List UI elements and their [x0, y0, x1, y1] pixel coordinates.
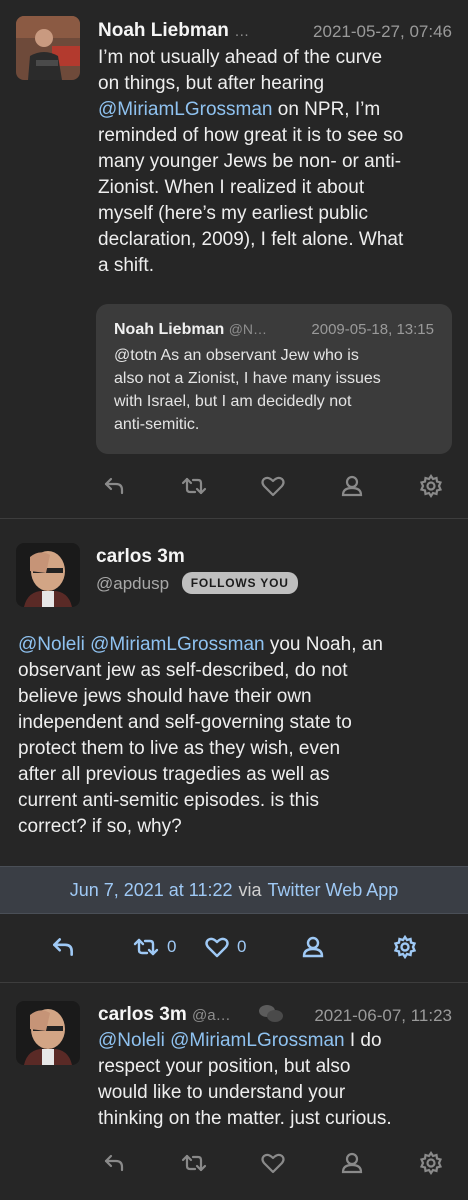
reply-button[interactable] — [102, 466, 126, 506]
like-icon — [205, 937, 229, 958]
author-name-text: Noah Liebman — [98, 20, 229, 41]
tweet-line: thinking on the matter. just curious. — [98, 1108, 392, 1129]
tweet-line: declaration, 2009), I felt alone. What — [98, 229, 404, 250]
profile-icon — [302, 936, 324, 958]
author-name[interactable]: carlos 3m @a… — [98, 1004, 231, 1026]
like-icon — [261, 1153, 285, 1174]
tweet-line: @MiriamLGrossman on NPR, I’m — [98, 97, 458, 123]
quoted-line: anti-semitic. — [114, 416, 200, 433]
reply-icon — [104, 1154, 124, 1172]
avatar-carlos[interactable] — [16, 1001, 80, 1065]
via-label: via — [238, 879, 262, 900]
reply-button[interactable] — [102, 1143, 126, 1183]
tweet-actions: 0 0 — [0, 927, 468, 967]
tweet-line: @Noleli @MiriamLGrossman you Noah, an — [18, 632, 458, 658]
author-handle: @a… — [192, 1007, 231, 1024]
tweet-line: independent and self-governing state to — [18, 712, 352, 733]
gear-icon — [419, 474, 443, 498]
mention-link[interactable]: @Noleli — [98, 1030, 165, 1051]
settings-button[interactable] — [393, 927, 417, 967]
tweet-line: observant jew as self-described, do not — [18, 660, 348, 681]
retweet-icon — [133, 938, 159, 956]
like-icon — [261, 476, 285, 497]
profile-button[interactable] — [301, 927, 325, 967]
tweet-line: reminded of how great it is to see so — [98, 125, 404, 146]
tweet-line: believe jews should have their own — [18, 686, 312, 707]
quoted-text: @totn As an observant Jew who is also no… — [114, 344, 434, 436]
quoted-line: @totn As an observant Jew who is — [114, 347, 359, 364]
tweet-line-text: I do — [344, 1030, 382, 1051]
tweet-line: Zionist. When I realized it about — [98, 177, 365, 198]
tweet-line: a shift. — [98, 255, 154, 276]
author-name[interactable]: carlos 3m — [96, 546, 185, 568]
tweet-3[interactable]: carlos 3m @a… 2021-06-07, 11:23 @Noleli … — [0, 983, 468, 1200]
tweet-meta-bar: Jun 7, 2021 at 11:22 via Twitter Web App — [0, 866, 468, 914]
like-button[interactable] — [260, 466, 286, 506]
tweet-line: current anti-semitic episodes. is this — [18, 790, 319, 811]
tweet-text: I’m not usually ahead of the curve on th… — [98, 45, 458, 279]
quoted-tweet[interactable]: Noah Liebman @N… 2009-05-18, 13:15 @totn… — [96, 304, 452, 454]
reply-icon — [53, 938, 73, 956]
author-handle[interactable]: @apdusp — [96, 574, 169, 593]
quoted-line: also not a Zionist, I have many issues — [114, 370, 381, 387]
settings-button[interactable] — [419, 466, 443, 506]
tweet-line: correct? if so, why? — [18, 816, 182, 837]
retweet-button[interactable] — [180, 466, 208, 506]
profile-icon — [341, 475, 363, 497]
like-count: 0 — [237, 937, 247, 956]
gear-icon — [393, 935, 417, 959]
retweet-icon — [181, 1154, 207, 1172]
profile-button[interactable] — [340, 1143, 364, 1183]
reply-button[interactable] — [50, 927, 76, 967]
tweet-date-link[interactable]: Jun 7, 2021 at 11:22 — [70, 880, 233, 901]
quoted-author-name: Noah Liebman — [114, 321, 225, 338]
avatar-noah[interactable] — [16, 16, 80, 80]
reply-icon — [104, 477, 124, 495]
tweet-line-text: you Noah, an — [264, 634, 383, 655]
tweet-line: protect them to live as they wish, even — [18, 738, 341, 759]
mention-link[interactable]: @Noleli — [18, 634, 85, 655]
tweet-line: @Noleli @MiriamLGrossman I do — [98, 1028, 458, 1054]
tweet-line-text: on NPR, I’m — [272, 99, 381, 120]
gear-icon — [419, 1151, 443, 1175]
tweet-line: after all previous tragedies as well as — [18, 764, 330, 785]
like-button[interactable]: 0 — [204, 927, 246, 967]
retweet-icon — [181, 477, 207, 495]
tweet-text: @Noleli @MiriamLGrossman you Noah, an ob… — [18, 632, 458, 840]
tweet-timestamp[interactable]: 2021-06-07, 11:23 — [314, 1006, 452, 1026]
profile-icon — [341, 1152, 363, 1174]
conversation-icon — [259, 1005, 283, 1022]
tweet-line: would like to understand your — [98, 1082, 346, 1103]
like-button[interactable] — [260, 1143, 286, 1183]
settings-button[interactable] — [419, 1143, 443, 1183]
mention-link[interactable]: @MiriamLGrossman — [98, 99, 272, 120]
author-handle: … — [234, 23, 250, 40]
follows-you-badge: FOLLOWS YOU — [181, 572, 298, 594]
author-name[interactable]: Noah Liebman … — [98, 20, 249, 42]
tweet-timestamp[interactable]: 2021-05-27, 07:46 — [313, 22, 452, 42]
quoted-handle: @N… — [228, 321, 268, 337]
avatar-carlos[interactable] — [16, 543, 80, 607]
quoted-author[interactable]: Noah Liebman @N… — [114, 321, 267, 339]
tweet-actions — [0, 1143, 468, 1183]
profile-button[interactable] — [340, 466, 364, 506]
mention-link[interactable]: @MiriamLGrossman — [170, 1030, 344, 1051]
retweet-count: 0 — [167, 937, 177, 956]
tweet-line: many younger Jews be non- or anti- — [98, 151, 402, 172]
retweet-button[interactable]: 0 — [132, 927, 176, 967]
tweet-1[interactable]: Noah Liebman … 2021-05-27, 07:46 I’m not… — [0, 0, 468, 520]
tweet-text: @Noleli @MiriamLGrossman I do respect yo… — [98, 1028, 458, 1132]
tweet-line: I’m not usually ahead of the curve — [98, 47, 383, 68]
tweet-line: respect your position, but also — [98, 1056, 351, 1077]
quoted-line: with Israel, but I am decidedly not — [114, 393, 352, 410]
tweet-line: myself (here’s my earliest public — [98, 203, 368, 224]
tweet-actions — [0, 466, 468, 506]
client-link[interactable]: Twitter Web App — [268, 880, 399, 901]
tweet-line: on things, but after hearing — [98, 73, 325, 94]
mention-link[interactable]: @MiriamLGrossman — [90, 634, 264, 655]
retweet-button[interactable] — [180, 1143, 208, 1183]
author-name-text: carlos 3m — [98, 1004, 187, 1025]
quoted-timestamp[interactable]: 2009-05-18, 13:15 — [311, 321, 434, 338]
author-handle-row: @apdusp FOLLOWS YOU — [96, 572, 298, 594]
